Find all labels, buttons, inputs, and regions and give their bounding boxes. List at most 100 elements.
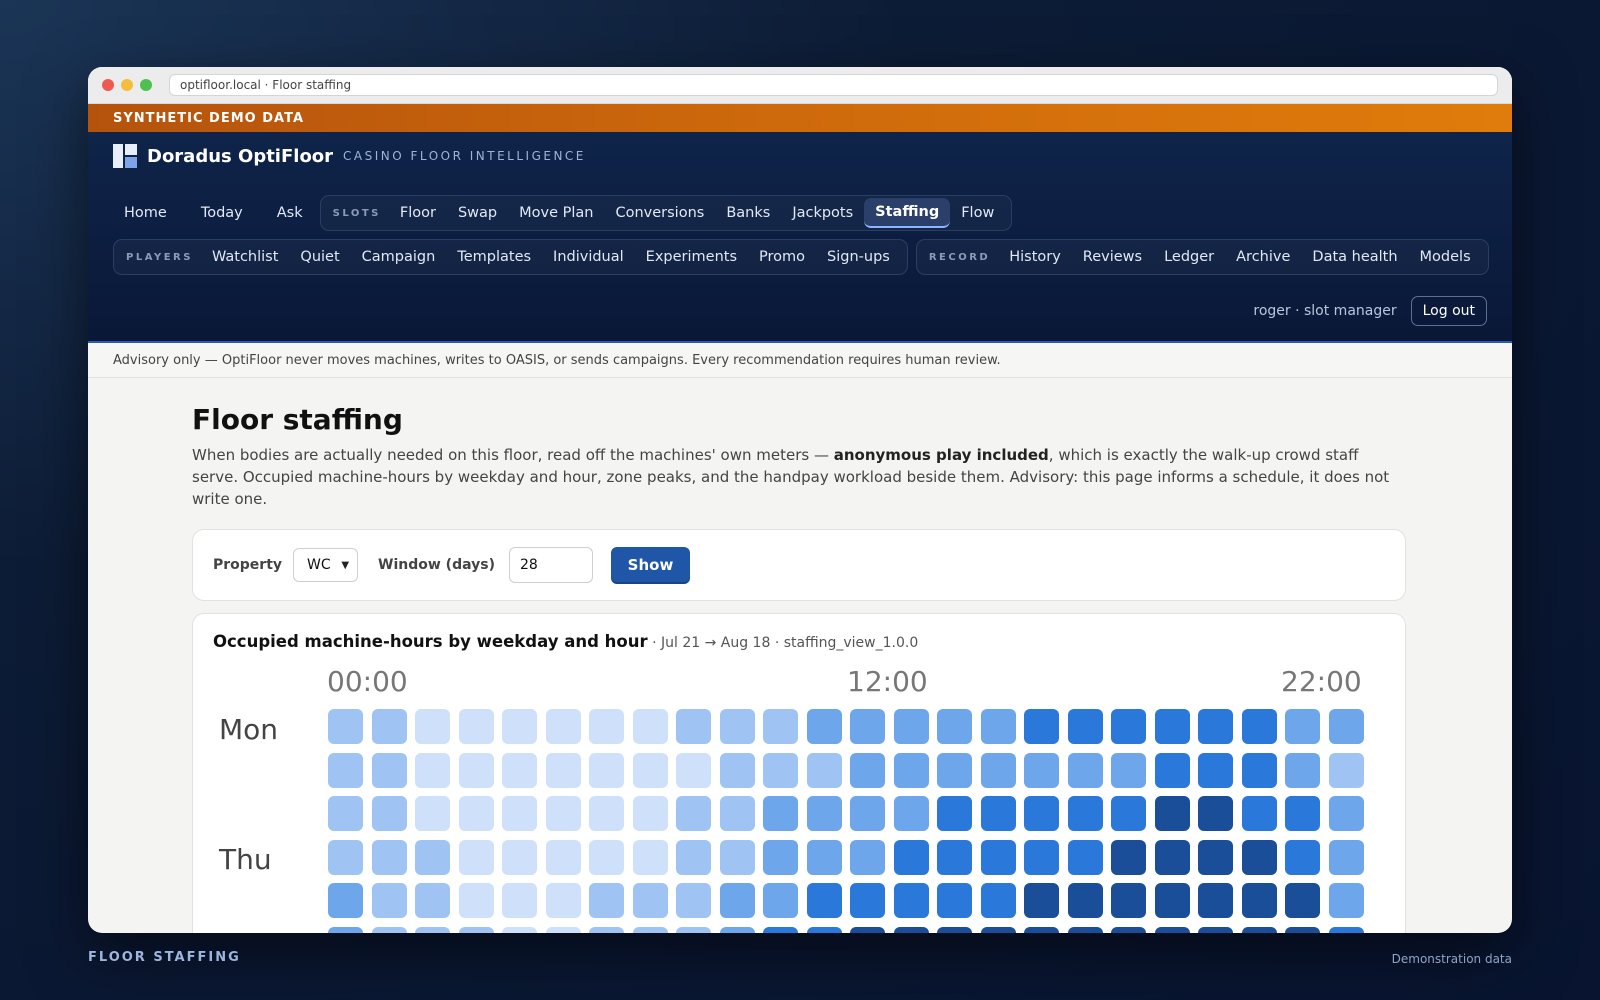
heatmap-cell[interactable] xyxy=(1241,709,1277,744)
heatmap-cell[interactable] xyxy=(1198,752,1233,788)
heatmap-cell[interactable] xyxy=(458,709,494,744)
logout-button[interactable]: Log out xyxy=(1410,296,1487,326)
nav-templates[interactable]: Templates xyxy=(446,243,542,271)
heatmap-cell[interactable] xyxy=(1067,752,1103,788)
nav-ledger[interactable]: Ledger xyxy=(1153,243,1225,271)
heatmap-cell[interactable] xyxy=(415,883,450,918)
heatmap-cell[interactable] xyxy=(719,839,755,875)
heatmap-cell[interactable] xyxy=(850,883,885,918)
heatmap-cell[interactable] xyxy=(676,709,711,744)
heatmap-cell[interactable] xyxy=(1285,709,1320,744)
heatmap-cell[interactable] xyxy=(1067,796,1103,831)
heatmap-cell[interactable] xyxy=(545,752,581,788)
heatmap-cell[interactable] xyxy=(763,839,798,875)
heatmap-cell[interactable] xyxy=(937,839,972,875)
heatmap-cell[interactable] xyxy=(1198,883,1233,918)
nav-models[interactable]: Models xyxy=(1409,243,1482,271)
heatmap-cell[interactable] xyxy=(632,883,668,918)
heatmap-cell[interactable] xyxy=(1285,926,1320,933)
heatmap-cell[interactable] xyxy=(502,926,537,933)
heatmap-cell[interactable] xyxy=(1154,926,1190,933)
heatmap-cell[interactable] xyxy=(328,883,363,918)
nav-history[interactable]: History xyxy=(998,243,1072,271)
heatmap-cell[interactable] xyxy=(632,839,668,875)
nav-conversions[interactable]: Conversions xyxy=(604,199,715,227)
heatmap-cell[interactable] xyxy=(893,926,929,933)
heatmap-cell[interactable] xyxy=(502,709,537,744)
heatmap-cell[interactable] xyxy=(328,926,363,933)
heatmap-cell[interactable] xyxy=(1024,926,1059,933)
nav-jackpots[interactable]: Jackpots xyxy=(781,199,864,227)
minimize-window-icon[interactable] xyxy=(121,79,133,91)
heatmap-cell[interactable] xyxy=(1067,709,1103,744)
heatmap-cell[interactable] xyxy=(371,883,407,918)
heatmap-cell[interactable] xyxy=(1241,926,1277,933)
heatmap-cell[interactable] xyxy=(545,839,581,875)
heatmap-cell[interactable] xyxy=(1111,883,1146,918)
heatmap-cell[interactable] xyxy=(850,752,885,788)
heatmap-cell[interactable] xyxy=(1154,883,1190,918)
heatmap-cell[interactable] xyxy=(980,839,1016,875)
heatmap-cell[interactable] xyxy=(719,709,755,744)
heatmap-cell[interactable] xyxy=(1328,926,1364,933)
heatmap-cell[interactable] xyxy=(415,926,450,933)
heatmap-cell[interactable] xyxy=(545,796,581,831)
nav-individual[interactable]: Individual xyxy=(542,243,635,271)
heatmap-cell[interactable] xyxy=(632,709,668,744)
heatmap-cell[interactable] xyxy=(1024,839,1059,875)
heatmap-cell[interactable] xyxy=(719,752,755,788)
heatmap-cell[interactable] xyxy=(1328,796,1364,831)
heatmap-cell[interactable] xyxy=(980,752,1016,788)
brand[interactable]: Doradus OptiFloor CASINO FLOOR INTELLIGE… xyxy=(113,144,586,168)
heatmap-cell[interactable] xyxy=(763,709,798,744)
heatmap-cell[interactable] xyxy=(1111,709,1146,744)
heatmap-cell[interactable] xyxy=(1328,883,1364,918)
heatmap-cell[interactable] xyxy=(980,796,1016,831)
heatmap-cell[interactable] xyxy=(1241,839,1277,875)
nav-swap[interactable]: Swap xyxy=(447,199,508,227)
window-days-input[interactable]: 28 xyxy=(508,547,593,583)
heatmap-cell[interactable] xyxy=(1024,752,1059,788)
heatmap-cell[interactable] xyxy=(371,926,407,933)
heatmap-cell[interactable] xyxy=(589,839,624,875)
heatmap-cell[interactable] xyxy=(1328,709,1364,744)
heatmap-cell[interactable] xyxy=(1198,796,1233,831)
address-bar[interactable]: optifloor.local · Floor staffing xyxy=(169,74,1498,96)
heatmap-cell[interactable] xyxy=(1154,752,1190,788)
heatmap-cell[interactable] xyxy=(371,709,407,744)
heatmap-cell[interactable] xyxy=(893,883,929,918)
heatmap-cell[interactable] xyxy=(589,709,624,744)
heatmap-cell[interactable] xyxy=(415,752,450,788)
heatmap-cell[interactable] xyxy=(502,883,537,918)
heatmap-cell[interactable] xyxy=(371,796,407,831)
property-select[interactable]: WC ▼ xyxy=(293,548,359,582)
heatmap-cell[interactable] xyxy=(850,926,885,933)
heatmap-cell[interactable] xyxy=(458,839,494,875)
heatmap-cell[interactable] xyxy=(676,926,711,933)
nav-watchlist[interactable]: Watchlist xyxy=(201,243,289,271)
heatmap-cell[interactable] xyxy=(415,796,450,831)
heatmap-cell[interactable] xyxy=(371,839,407,875)
nav-experiments[interactable]: Experiments xyxy=(635,243,748,271)
nav-staffing[interactable]: Staffing xyxy=(864,198,951,228)
nav-move-plan[interactable]: Move Plan xyxy=(508,199,604,227)
heatmap-cell[interactable] xyxy=(806,709,842,744)
heatmap-cell[interactable] xyxy=(676,839,711,875)
heatmap-cell[interactable] xyxy=(1111,926,1146,933)
heatmap-cell[interactable] xyxy=(458,883,494,918)
nav-today[interactable]: Today xyxy=(190,199,254,227)
heatmap-cell[interactable] xyxy=(893,709,929,744)
heatmap-cell[interactable] xyxy=(719,926,755,933)
heatmap-cell[interactable] xyxy=(763,883,798,918)
heatmap-cell[interactable] xyxy=(632,796,668,831)
heatmap-cell[interactable] xyxy=(1328,752,1364,788)
heatmap-cell[interactable] xyxy=(719,883,755,918)
heatmap-cell[interactable] xyxy=(1067,926,1103,933)
heatmap-cell[interactable] xyxy=(980,883,1016,918)
heatmap-cell[interactable] xyxy=(1241,752,1277,788)
heatmap-cell[interactable] xyxy=(850,796,885,831)
heatmap-cell[interactable] xyxy=(632,926,668,933)
heatmap-cell[interactable] xyxy=(763,752,798,788)
heatmap-cell[interactable] xyxy=(1111,796,1146,831)
heatmap-cell[interactable] xyxy=(458,752,494,788)
